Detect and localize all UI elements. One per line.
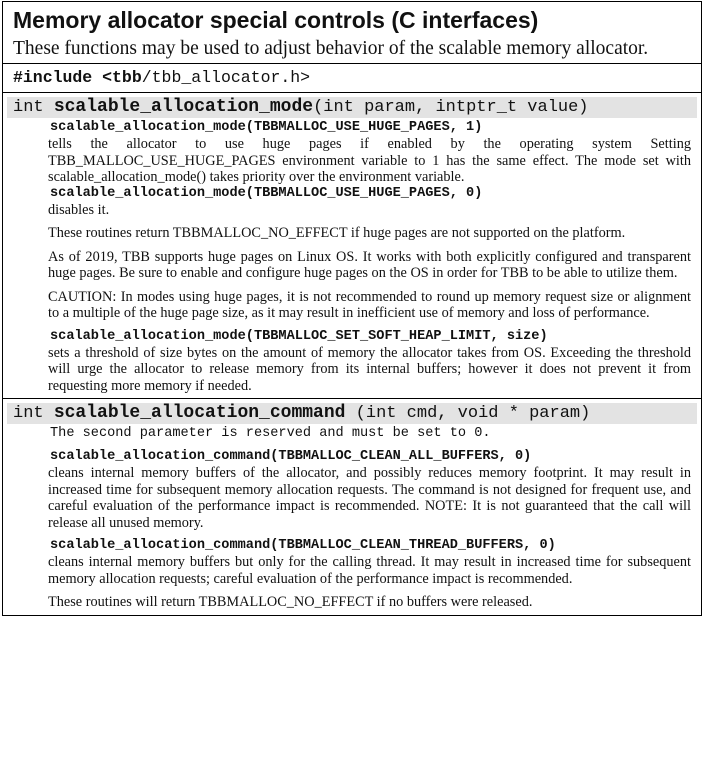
command-call-clean-thread: scalable_allocation_command(TBBMALLOC_CL… bbox=[50, 538, 556, 553]
intro-text: These functions may be used to adjust be… bbox=[13, 38, 649, 59]
command-call-clean-thread-desc: cleans internal memory buffers but only … bbox=[48, 554, 691, 587]
command-sig-name: scalable_allocation_command bbox=[53, 403, 346, 423]
command-call-clean-all: scalable_allocation_command(TBBMALLOC_CL… bbox=[50, 449, 532, 464]
mode-call-soft-heap-limit: scalable_allocation_mode(TBBMALLOC_SET_S… bbox=[50, 328, 548, 344]
document-page: Memory allocator special controls (C int… bbox=[2, 1, 702, 616]
command-note: The second parameter is reserved and mus… bbox=[50, 426, 491, 441]
include-line: #include <tbb/tbb_allocator.h> bbox=[3, 64, 701, 93]
command-sig-prefix: int bbox=[13, 404, 54, 423]
command-sig-args: (int cmd, void * param) bbox=[345, 404, 591, 423]
include-directive: #include bbox=[13, 68, 93, 87]
command-return-paragraph: These routines will return TBBMALLOC_NO_… bbox=[48, 594, 533, 610]
include-tbb: tbb bbox=[112, 68, 142, 87]
header-box: Memory allocator special controls (C int… bbox=[3, 2, 701, 64]
mode-caution-paragraph: CAUTION: In modes using huge pages, it i… bbox=[48, 288, 691, 322]
include-path: /tbb_allocator.h> bbox=[141, 68, 311, 87]
include-lt: < bbox=[102, 68, 113, 87]
mode-body: scalable_allocation_mode(TBBMALLOC_USE_H… bbox=[3, 118, 701, 398]
command-call-clean-all-desc: cleans internal memory buffers of the al… bbox=[48, 465, 691, 531]
command-signature: int scalable_allocation_command (int cmd… bbox=[7, 403, 697, 424]
mode-call-huge-pages-off-desc: disables it. bbox=[48, 201, 110, 218]
mode-call-huge-pages-on-desc: tells the allocator to use huge pages if… bbox=[48, 136, 691, 185]
page-title: Memory allocator special controls (C int… bbox=[13, 7, 539, 33]
mode-sig-prefix: int bbox=[13, 98, 54, 117]
mode-call-soft-heap-limit-desc: sets a threshold of size bytes on the am… bbox=[48, 344, 691, 394]
mode-sig-name: scalable_allocation_mode bbox=[53, 97, 314, 117]
command-section: int scalable_allocation_command (int cmd… bbox=[3, 403, 701, 615]
mode-sig-args: (int param, intptr_t value) bbox=[313, 98, 589, 117]
mode-call-huge-pages-off: scalable_allocation_mode(TBBMALLOC_USE_H… bbox=[50, 185, 483, 201]
mode-return-paragraph: These routines return TBBMALLOC_NO_EFFEC… bbox=[48, 225, 626, 241]
mode-signature: int scalable_allocation_mode(int param, … bbox=[7, 97, 697, 118]
mode-2019-paragraph: As of 2019, TBB supports huge pages on L… bbox=[48, 248, 691, 282]
mode-section: int scalable_allocation_mode(int param, … bbox=[3, 97, 701, 399]
mode-call-huge-pages-on: scalable_allocation_mode(TBBMALLOC_USE_H… bbox=[50, 120, 483, 135]
command-body: The second parameter is reserved and mus… bbox=[3, 424, 701, 615]
